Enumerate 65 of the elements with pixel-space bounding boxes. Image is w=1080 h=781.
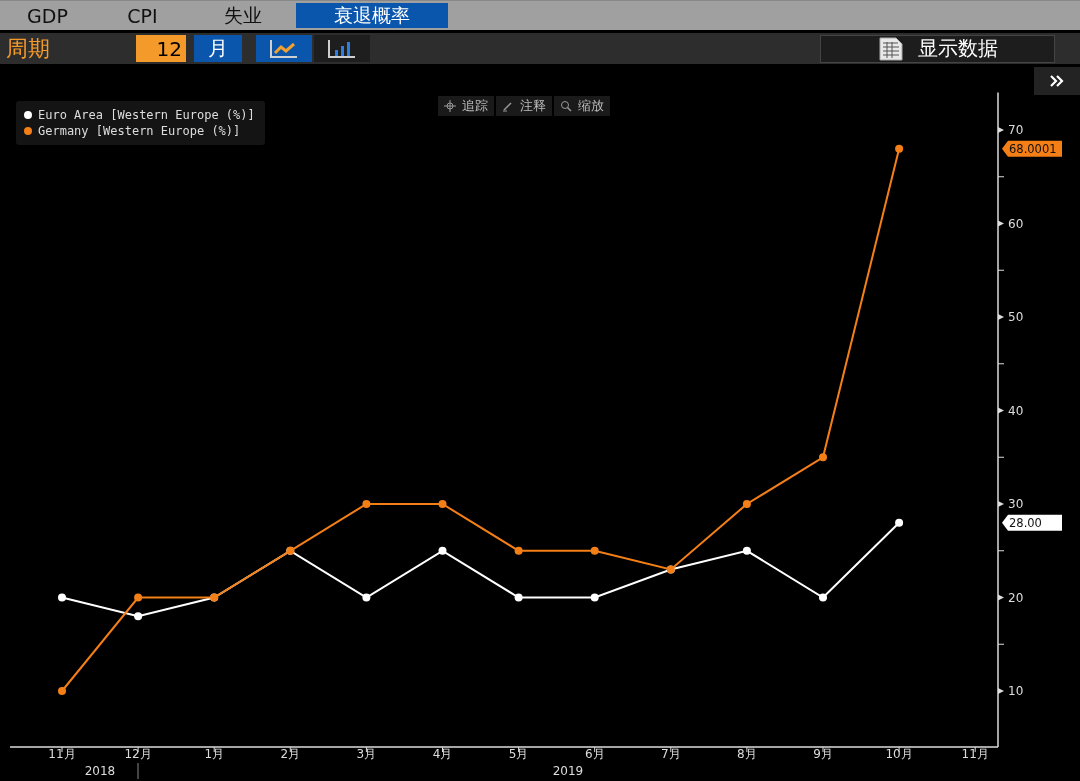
year-label: 2019: [552, 764, 584, 778]
data-point: [134, 593, 143, 602]
x-tick-label: 8月: [737, 747, 757, 761]
double-chevron-icon: [1049, 75, 1065, 87]
data-point: [514, 546, 523, 555]
tab[interactable]: CPI: [95, 1, 190, 30]
tab[interactable]: 衰退概率: [296, 3, 448, 28]
data-point: [362, 500, 371, 508]
data-point: [438, 546, 447, 555]
x-tick-label: 11月: [961, 747, 989, 761]
bar-chart-icon: [327, 38, 357, 59]
period-unit-dropdown[interactable]: 月: [194, 35, 242, 62]
x-tick-label: 7月: [661, 747, 681, 761]
data-point: [58, 687, 66, 695]
x-tick-label: 2月: [280, 747, 301, 761]
annotate-tool-button[interactable]: 注释: [496, 96, 552, 116]
x-tick-label: 9月: [813, 747, 833, 761]
track-tool-button[interactable]: 追踪: [438, 96, 494, 116]
value-tag: 68.0001: [1002, 140, 1062, 157]
y-tick-label: 20: [1008, 590, 1024, 605]
data-point: [590, 546, 599, 555]
period-field[interactable]: 12: [136, 35, 186, 62]
data-point: [514, 593, 523, 602]
data-point: [438, 500, 447, 508]
y-tick-label: 50: [1008, 310, 1024, 324]
zoom-tool-button[interactable]: 缩放: [554, 96, 610, 116]
value-tag: 28.00: [1002, 514, 1062, 531]
x-tick-label: 6月: [584, 747, 605, 761]
y-tick-label: 30: [1008, 497, 1024, 511]
tab[interactable]: GDP: [0, 1, 95, 30]
line-chart-icon: [269, 38, 299, 59]
x-tick-label: 1月: [204, 747, 224, 761]
year-label: 2018: [84, 764, 116, 778]
x-tick-label: 12月: [124, 747, 152, 761]
expand-button[interactable]: [1034, 67, 1080, 95]
pencil-icon: [502, 100, 514, 112]
x-tick-label: 3月: [356, 747, 377, 761]
y-tick-label: 10: [1008, 684, 1024, 698]
spreadsheet-icon: [877, 36, 904, 61]
data-point: [134, 612, 143, 621]
data-point: [590, 593, 599, 602]
period-label: 周期: [5, 34, 51, 63]
x-tick-label: 5月: [508, 747, 529, 761]
x-tick-label: 11月: [48, 747, 76, 761]
line-chart-button[interactable]: [256, 35, 312, 62]
show-data-button[interactable]: 显示数据: [820, 34, 1055, 63]
crosshair-icon: [444, 100, 456, 112]
data-point: [819, 453, 827, 462]
data-point: [895, 144, 904, 153]
legend-label: Germany [Western Europe (%)]: [38, 124, 241, 138]
data-point: [895, 518, 904, 527]
y-tick-label: 60: [1008, 216, 1024, 231]
data-point: [742, 500, 751, 508]
data-point: [819, 593, 827, 602]
bar-chart-button[interactable]: [314, 35, 370, 62]
y-tick-label: 40: [1008, 403, 1024, 418]
data-point: [58, 593, 66, 602]
legend-label: Euro Area [Western Europe (%)]: [38, 108, 255, 122]
x-tick-label: 10月: [885, 747, 913, 761]
y-tick-label: 70: [1008, 123, 1024, 137]
tab[interactable]: 失业: [190, 1, 296, 30]
magnifier-icon: [560, 100, 572, 112]
x-tick-label: 4月: [432, 747, 453, 761]
data-point: [742, 546, 751, 555]
data-point: [362, 593, 371, 602]
